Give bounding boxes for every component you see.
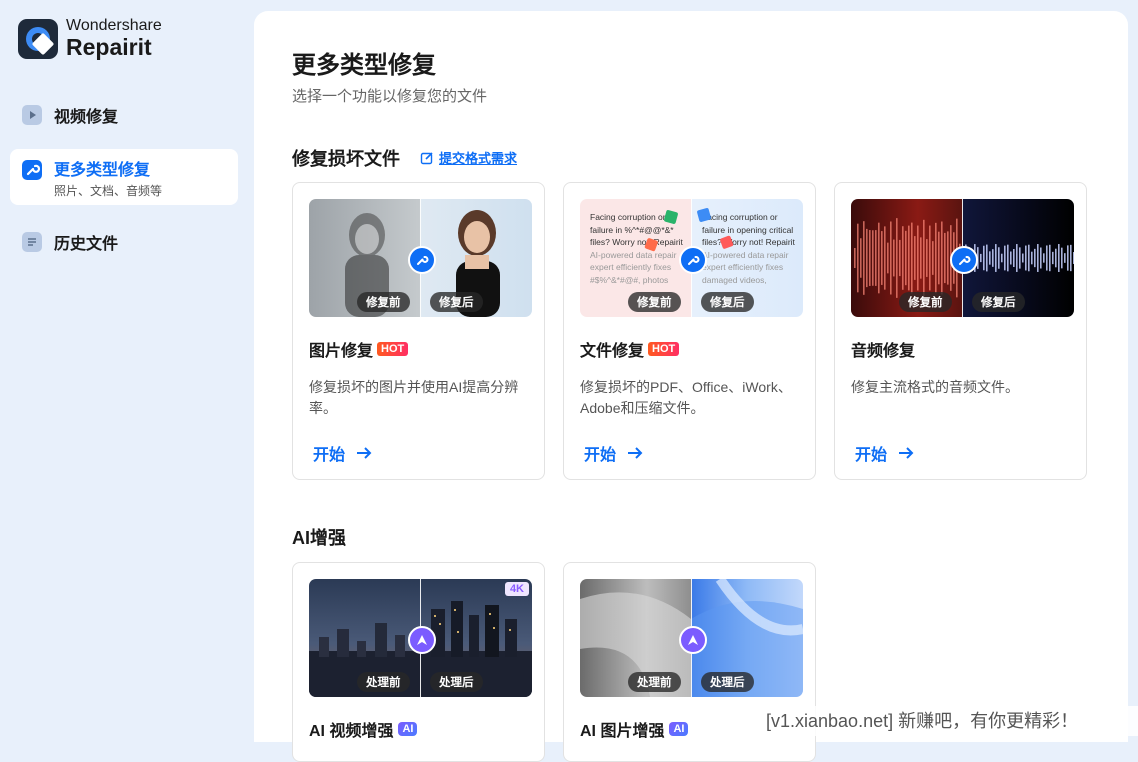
main-panel: 更多类型修复 选择一个功能以修复您的文件 修复损坏文件 提交格式需求 修复前 修…	[254, 11, 1128, 762]
card-title-text: AI 视频增强	[309, 723, 394, 740]
ai-enhance-icon	[408, 626, 436, 654]
repairit-logo-icon	[18, 18, 58, 59]
submit-format-request-label: 提交格式需求	[439, 151, 518, 166]
card-title: AI 图片增强 AI	[580, 717, 689, 741]
sidebar-item-more-repair[interactable]: 更多类型修复 照片、文档、音频等	[10, 149, 238, 205]
sidebar-item-label: 历史文件	[54, 236, 119, 253]
after-label: 修复后	[701, 292, 754, 312]
sidebar-item-label: 视频修复	[54, 109, 119, 126]
before-label: 处理前	[357, 672, 410, 692]
card-title-text: AI 图片增强	[580, 723, 665, 740]
card-photo-repair[interactable]: 修复前 修复后 图片修复 HOT 修复损坏的图片并使用AI提高分辨率。 开始	[292, 182, 545, 480]
sidebar-item-history[interactable]: 历史文件	[10, 225, 238, 259]
card-title: 图片修复 HOT	[309, 337, 409, 361]
wrench-icon	[679, 246, 707, 274]
card-description: 修复主流格式的音频文件。	[851, 379, 1019, 395]
page-subtitle: 选择一个功能以修复您的文件	[292, 88, 488, 105]
list-icon	[22, 232, 42, 252]
start-button[interactable]: 开始	[313, 441, 373, 465]
sidebar-item-sublabel: 照片、文档、音频等	[54, 183, 163, 198]
page-title: 更多类型修复	[292, 52, 436, 79]
ai-image-thumbnail: 处理前 处理后	[580, 579, 803, 697]
wrench-icon	[950, 246, 978, 274]
wrench-icon	[22, 160, 42, 180]
section-title-repair: 修复损坏文件	[292, 149, 400, 169]
after-label: 处理后	[701, 672, 754, 692]
section-title-ai-enhance: AI增强	[292, 528, 346, 548]
ai-enhance-icon	[679, 626, 707, 654]
start-button[interactable]: 开始	[584, 441, 644, 465]
after-label: 修复后	[430, 292, 483, 312]
card-ai-video-enhance[interactable]: 4K 处理前 处理后 AI 视频增强 AI	[292, 562, 545, 762]
card-title-text: 音频修复	[851, 343, 916, 360]
card-title: AI 视频增强 AI	[309, 717, 418, 741]
arrow-right-icon	[357, 447, 372, 459]
play-icon	[22, 105, 42, 125]
card-title-text: 文件修复	[580, 343, 645, 360]
submit-format-request-link[interactable]: 提交格式需求	[420, 148, 517, 167]
card-description: 修复损坏的图片并使用AI提高分辨率。	[309, 379, 519, 416]
watermark-text: [v1.xianbao.net] 新赚吧，有你更精彩！	[766, 706, 1138, 736]
after-label: 修复后	[972, 292, 1025, 312]
card-title: 音频修复	[851, 337, 915, 361]
brand-line2: Repairit	[66, 34, 152, 60]
card-audio-repair[interactable]: 修复前 修复后 音频修复 修复主流格式的音频文件。 开始	[834, 182, 1087, 480]
start-label: 开始	[584, 447, 617, 464]
sidebar-item-label: 更多类型修复	[54, 161, 151, 179]
ai-video-thumbnail: 4K 处理前 处理后	[309, 579, 532, 697]
sidebar: Wondershare Repairit 视频修复 更多类型修复 照片、文档、音…	[0, 0, 254, 742]
4k-badge: 4K	[504, 582, 529, 596]
before-label: 修复前	[357, 292, 410, 312]
before-label: 处理前	[628, 672, 681, 692]
start-button[interactable]: 开始	[855, 441, 915, 465]
arrow-right-icon	[899, 447, 914, 459]
audio-repair-thumbnail: 修复前 修复后	[851, 199, 1074, 317]
card-file-repair[interactable]: Facing corruption or failure in %^*#@@*&…	[563, 182, 816, 480]
ai-badge: AI	[669, 722, 689, 736]
hot-badge: HOT	[648, 342, 680, 356]
card-description: 修复损坏的PDF、Office、iWork、Adobe和压缩文件。	[580, 379, 792, 416]
arrow-right-icon	[628, 447, 643, 459]
start-label: 开始	[313, 447, 346, 464]
photo-repair-thumbnail: 修复前 修复后	[309, 199, 532, 317]
card-title-text: 图片修复	[309, 343, 374, 360]
card-title: 文件修复 HOT	[580, 337, 680, 361]
sidebar-item-video-repair[interactable]: 视频修复	[10, 98, 238, 132]
brand-line1: Wondershare	[66, 17, 162, 34]
before-label: 修复前	[899, 292, 952, 312]
file-repair-thumbnail: Facing corruption or failure in %^*#@@*&…	[580, 199, 803, 317]
edit-icon	[420, 151, 433, 164]
hot-badge: HOT	[377, 342, 409, 356]
ai-badge: AI	[398, 722, 418, 736]
app-logo: Wondershare Repairit	[18, 18, 162, 59]
after-label: 处理后	[430, 672, 483, 692]
before-label: 修复前	[628, 292, 681, 312]
wrench-icon	[408, 246, 436, 274]
start-label: 开始	[855, 447, 888, 464]
